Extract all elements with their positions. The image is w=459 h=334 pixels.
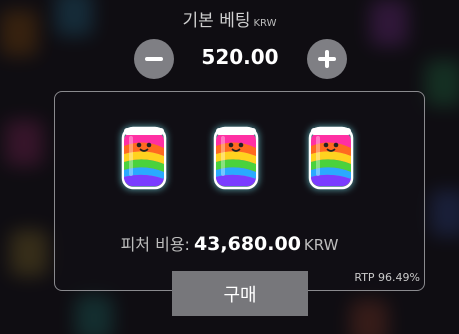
background-tile — [425, 60, 459, 106]
background-tile — [350, 300, 388, 334]
buy-button[interactable]: 구매 — [172, 271, 308, 316]
bet-value: 520.00 — [201, 45, 279, 69]
rtp-label: RTP 96.49% — [354, 271, 420, 284]
feature-cost-label: 피처 비용: — [120, 235, 190, 254]
feature-cost-value: 43,680.00 — [193, 233, 301, 255]
buy-button-label: 구매 — [223, 284, 257, 306]
rainbow-jar-icon — [112, 118, 176, 196]
base-bet-label: 기본 베팅 — [182, 11, 251, 31]
rainbow-jar-icon — [299, 118, 363, 196]
feature-cost-currency: KRW — [303, 236, 339, 254]
minus-icon — [145, 57, 163, 61]
feature-cost-row: 피처 비용: 43,680.00 KRW — [0, 231, 459, 255]
symbol-row — [0, 118, 459, 198]
background-tile — [75, 295, 113, 334]
base-bet-currency: KRW — [253, 18, 277, 29]
rainbow-jar-icon — [204, 118, 268, 196]
decrease-bet-button[interactable] — [134, 39, 174, 79]
base-bet-title: 기본 베팅 KRW — [0, 6, 459, 31]
increase-bet-button[interactable] — [307, 39, 347, 79]
